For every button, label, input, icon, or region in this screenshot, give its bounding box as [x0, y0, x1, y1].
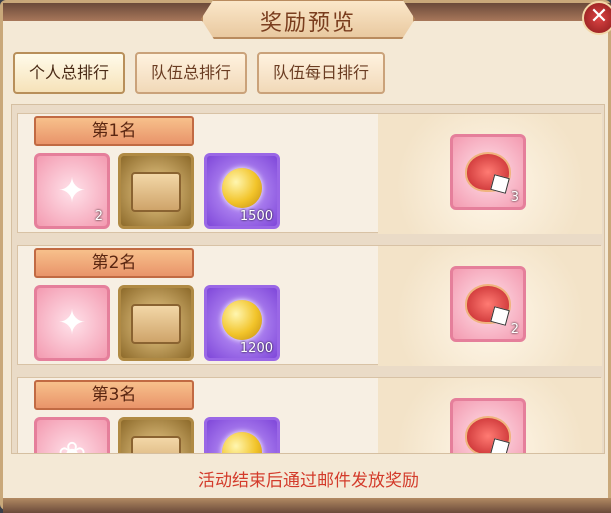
item-count: 1200: [239, 341, 273, 356]
treasure-box-icon[interactable]: [118, 285, 194, 361]
rank-row-2: 第2名 ✦ 1200 2: [17, 245, 602, 366]
ranking-tabs: 个人总排行 队伍总排行 队伍每日排行: [13, 52, 386, 94]
close-icon[interactable]: ✕: [582, 1, 611, 35]
panel-title: 奖励预览: [259, 11, 356, 36]
flower-wreath-icon[interactable]: ❀: [34, 417, 110, 453]
rank-items-area: 第3名 ❀: [18, 378, 378, 453]
extra-reward-area: 2: [378, 246, 602, 366]
footer-notice: 活动结束后通过邮件发放奖励: [198, 471, 419, 491]
rank-label: 第1名: [34, 116, 194, 146]
lucky-pouch-icon[interactable]: 3: [450, 134, 526, 210]
item-count: 3: [510, 190, 519, 205]
extra-reward-area: [378, 378, 602, 453]
item-count: 2: [510, 322, 519, 337]
lucky-pouch-icon[interactable]: [450, 398, 526, 453]
costume-icon[interactable]: ✦ 2: [34, 153, 110, 229]
treasure-box-icon[interactable]: [118, 153, 194, 229]
panel-bottom-bar: [3, 498, 611, 513]
reward-preview-panel: 奖励预览 ✕ 个人总排行 队伍总排行 队伍每日排行 第1名 ✦ 2 1500 3 …: [0, 0, 611, 513]
rank-label: 第2名: [34, 248, 194, 278]
item-count: 2: [94, 209, 103, 224]
tab-team-daily[interactable]: 队伍每日排行: [257, 52, 386, 94]
rank-items-area: 第2名 ✦ 1200: [18, 246, 378, 366]
costume-icon[interactable]: ✦: [34, 285, 110, 361]
gold-orb-icon[interactable]: [204, 417, 280, 453]
tab-personal-total[interactable]: 个人总排行: [13, 52, 126, 94]
item-count: 1500: [239, 209, 273, 224]
gold-orb-icon[interactable]: 1500: [204, 153, 280, 229]
treasure-box-icon[interactable]: [118, 417, 194, 453]
rank-items-area: 第1名 ✦ 2 1500: [18, 114, 378, 234]
rank-label: 第3名: [34, 380, 194, 410]
tab-team-total[interactable]: 队伍总排行: [135, 52, 248, 94]
rank-row-1: 第1名 ✦ 2 1500 3: [17, 113, 602, 234]
reward-list[interactable]: 第1名 ✦ 2 1500 3 第2名 ✦ 1200 2 第3名: [11, 104, 605, 454]
lucky-pouch-icon[interactable]: 2: [450, 266, 526, 342]
gold-orb-icon[interactable]: 1200: [204, 285, 280, 361]
rank-row-3: 第3名 ❀: [17, 377, 602, 453]
extra-reward-area: 3: [378, 114, 602, 234]
